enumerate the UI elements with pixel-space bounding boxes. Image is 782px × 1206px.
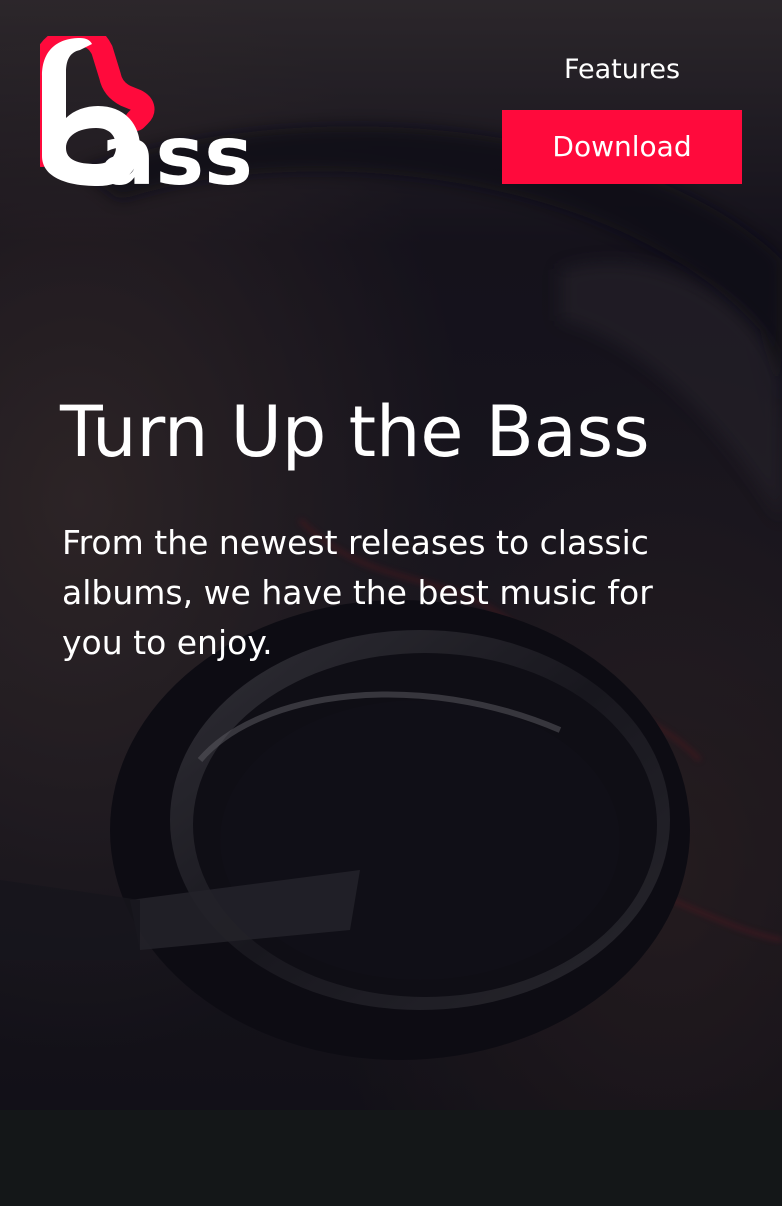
nav-features-link[interactable]: Features	[502, 50, 742, 90]
hero-title: Turn Up the Bass	[60, 391, 650, 473]
download-button[interactable]: Download	[502, 110, 742, 184]
logo-wordmark: ass	[100, 109, 253, 188]
footer-strip	[0, 1110, 782, 1206]
hero-subtitle: From the newest releases to classic albu…	[62, 523, 653, 662]
bass-logo[interactable]: ass	[40, 36, 260, 188]
